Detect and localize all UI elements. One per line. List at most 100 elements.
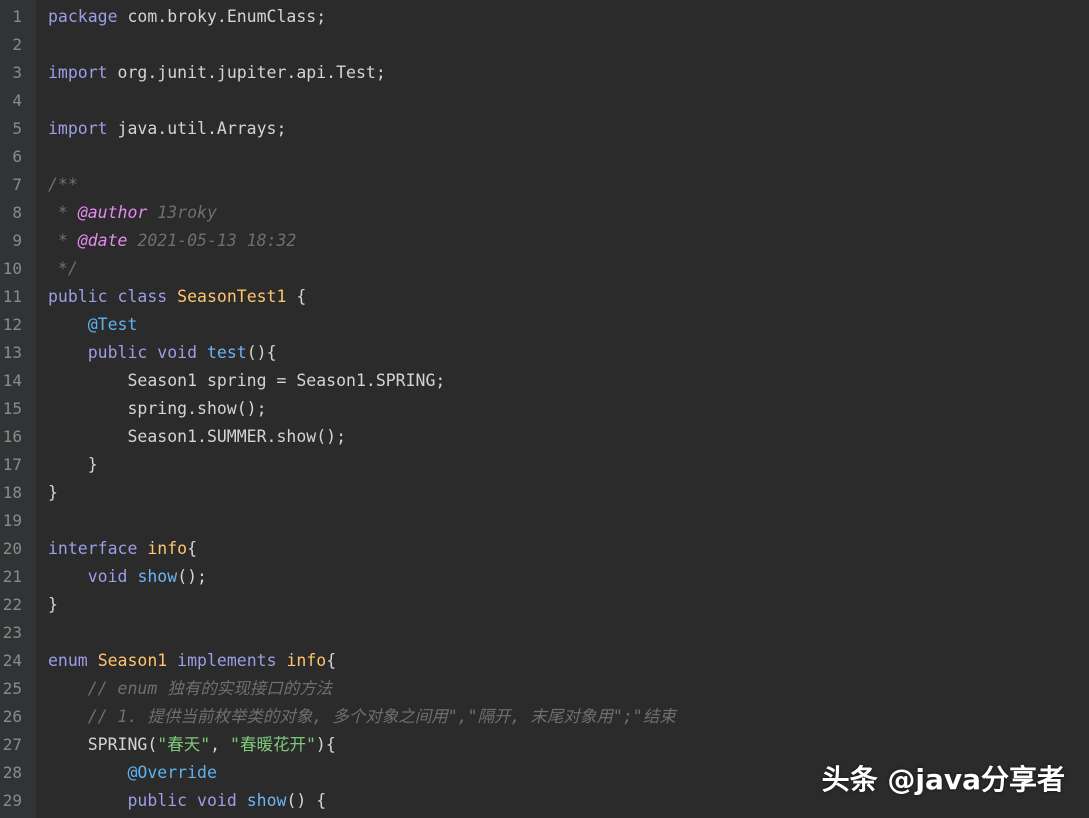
- code-text: /**: [48, 171, 78, 199]
- code-line[interactable]: 8 * @author 13roky: [0, 199, 1089, 227]
- code-line[interactable]: 20 interface info{: [0, 535, 1089, 563]
- line-number: 15: [2, 399, 22, 418]
- code-line[interactable]: 19: [0, 507, 1089, 535]
- line-number: 3: [12, 63, 22, 82]
- code-line[interactable]: 16 Season1.SUMMER.show();: [0, 423, 1089, 451]
- line-number: 26: [2, 707, 22, 726]
- code-line[interactable]: 25 // enum 独有的实现接口的方法: [0, 675, 1089, 703]
- code-text: */: [48, 255, 78, 283]
- code-token: spring.show();: [48, 399, 267, 418]
- code-token: {: [286, 287, 307, 306]
- code-line[interactable]: 9 * @date 2021-05-13 18:32: [0, 227, 1089, 255]
- code-token: info: [147, 539, 188, 558]
- line-number: 29: [2, 791, 22, 810]
- line-number: 23: [2, 623, 22, 642]
- code-token: show: [246, 791, 287, 810]
- code-token: "春天": [157, 735, 211, 754]
- code-line[interactable]: 18}: [0, 479, 1089, 507]
- code-text: // enum 独有的实现接口的方法: [48, 675, 332, 703]
- line-number: 28: [2, 763, 22, 782]
- code-token: Season1: [97, 651, 168, 670]
- line-number: 18: [2, 483, 22, 502]
- code-text: Season1.SUMMER.show();: [48, 423, 346, 451]
- code-token: {: [187, 539, 198, 558]
- line-number: 9: [12, 231, 22, 250]
- code-line[interactable]: 21 void show();: [0, 563, 1089, 591]
- code-line[interactable]: 10 */: [0, 255, 1089, 283]
- code-line[interactable]: 1 package com.broky.EnumClass;: [0, 3, 1089, 31]
- line-number: 5: [12, 119, 22, 138]
- code-token: ();: [177, 567, 207, 586]
- code-token: 13roky: [147, 203, 217, 222]
- code-token: com.broky.EnumClass;: [117, 7, 327, 26]
- code-line[interactable]: 3 import org.junit.jupiter.api.Test;: [0, 59, 1089, 87]
- code-text: * @author 13roky: [48, 199, 217, 227]
- line-number: 6: [12, 147, 22, 166]
- code-line[interactable]: 26 // 1. 提供当前枚举类的对象, 多个对象之间用","隔开, 末尾对象用…: [0, 703, 1089, 731]
- code-text: public void show() {: [48, 787, 326, 815]
- code-text: public void test(){: [48, 339, 277, 367]
- code-token: org.junit.jupiter.api.Test;: [107, 63, 386, 82]
- code-token: }: [48, 483, 58, 502]
- code-token: }: [48, 595, 58, 614]
- code-line[interactable]: 11 public class SeasonTest1 {: [0, 283, 1089, 311]
- code-token: show: [137, 567, 178, 586]
- code-text: package com.broky.EnumClass;: [48, 3, 326, 31]
- code-line[interactable]: 2: [0, 31, 1089, 59]
- code-text: import org.junit.jupiter.api.Test;: [48, 59, 386, 87]
- code-line[interactable]: 4: [0, 87, 1089, 115]
- code-line[interactable]: 12 @Test: [0, 311, 1089, 339]
- code-line[interactable]: 24 enum Season1 implements info{: [0, 647, 1089, 675]
- line-number: 17: [2, 455, 22, 474]
- code-line[interactable]: 14 Season1 spring = Season1.SPRING;: [0, 367, 1089, 395]
- code-line[interactable]: 22}: [0, 591, 1089, 619]
- code-token: /**: [48, 175, 78, 194]
- code-token: import: [48, 119, 108, 138]
- code-text: }: [48, 451, 98, 479]
- line-number: 27: [2, 735, 22, 754]
- code-text: }: [48, 479, 58, 507]
- line-number: 4: [12, 91, 22, 110]
- code-token: *: [48, 203, 78, 222]
- code-token: Season1.SUMMER.show();: [48, 427, 347, 446]
- line-number: 10: [2, 259, 22, 278]
- code-token: interface: [48, 539, 138, 558]
- line-number: 11: [2, 287, 22, 306]
- code-line[interactable]: 23: [0, 619, 1089, 647]
- code-token: "春暖花开": [230, 735, 316, 754]
- line-number: 24: [2, 651, 22, 670]
- line-number: 14: [2, 371, 22, 390]
- code-line[interactable]: 27 SPRING("春天", "春暖花开"){: [0, 731, 1089, 759]
- code-text: @Override: [48, 759, 217, 787]
- code-area[interactable]: 1 package com.broky.EnumClass; 2 3 import or…: [0, 3, 1089, 815]
- code-token: void: [197, 791, 237, 810]
- code-line[interactable]: 17 }: [0, 451, 1089, 479]
- code-editor[interactable]: 1 package com.broky.EnumClass; 2 3 import or…: [0, 0, 1089, 818]
- code-text: spring.show();: [48, 395, 267, 423]
- code-token: @Override: [127, 763, 217, 782]
- code-line[interactable]: 15 spring.show();: [0, 395, 1089, 423]
- line-number: 19: [2, 511, 22, 530]
- code-token: test: [206, 343, 247, 362]
- code-line[interactable]: 6: [0, 143, 1089, 171]
- code-token: *: [48, 231, 78, 250]
- code-line[interactable]: 5 import java.util.Arrays;: [0, 115, 1089, 143]
- line-number: 13: [2, 343, 22, 362]
- code-line[interactable]: 13 public void test(){: [0, 339, 1089, 367]
- code-token: 2021-05-13 18:32: [127, 231, 297, 250]
- code-token: (){: [246, 343, 277, 362]
- watermark: 头条 @java分享者: [821, 763, 1065, 796]
- code-line[interactable]: 7 /**: [0, 171, 1089, 199]
